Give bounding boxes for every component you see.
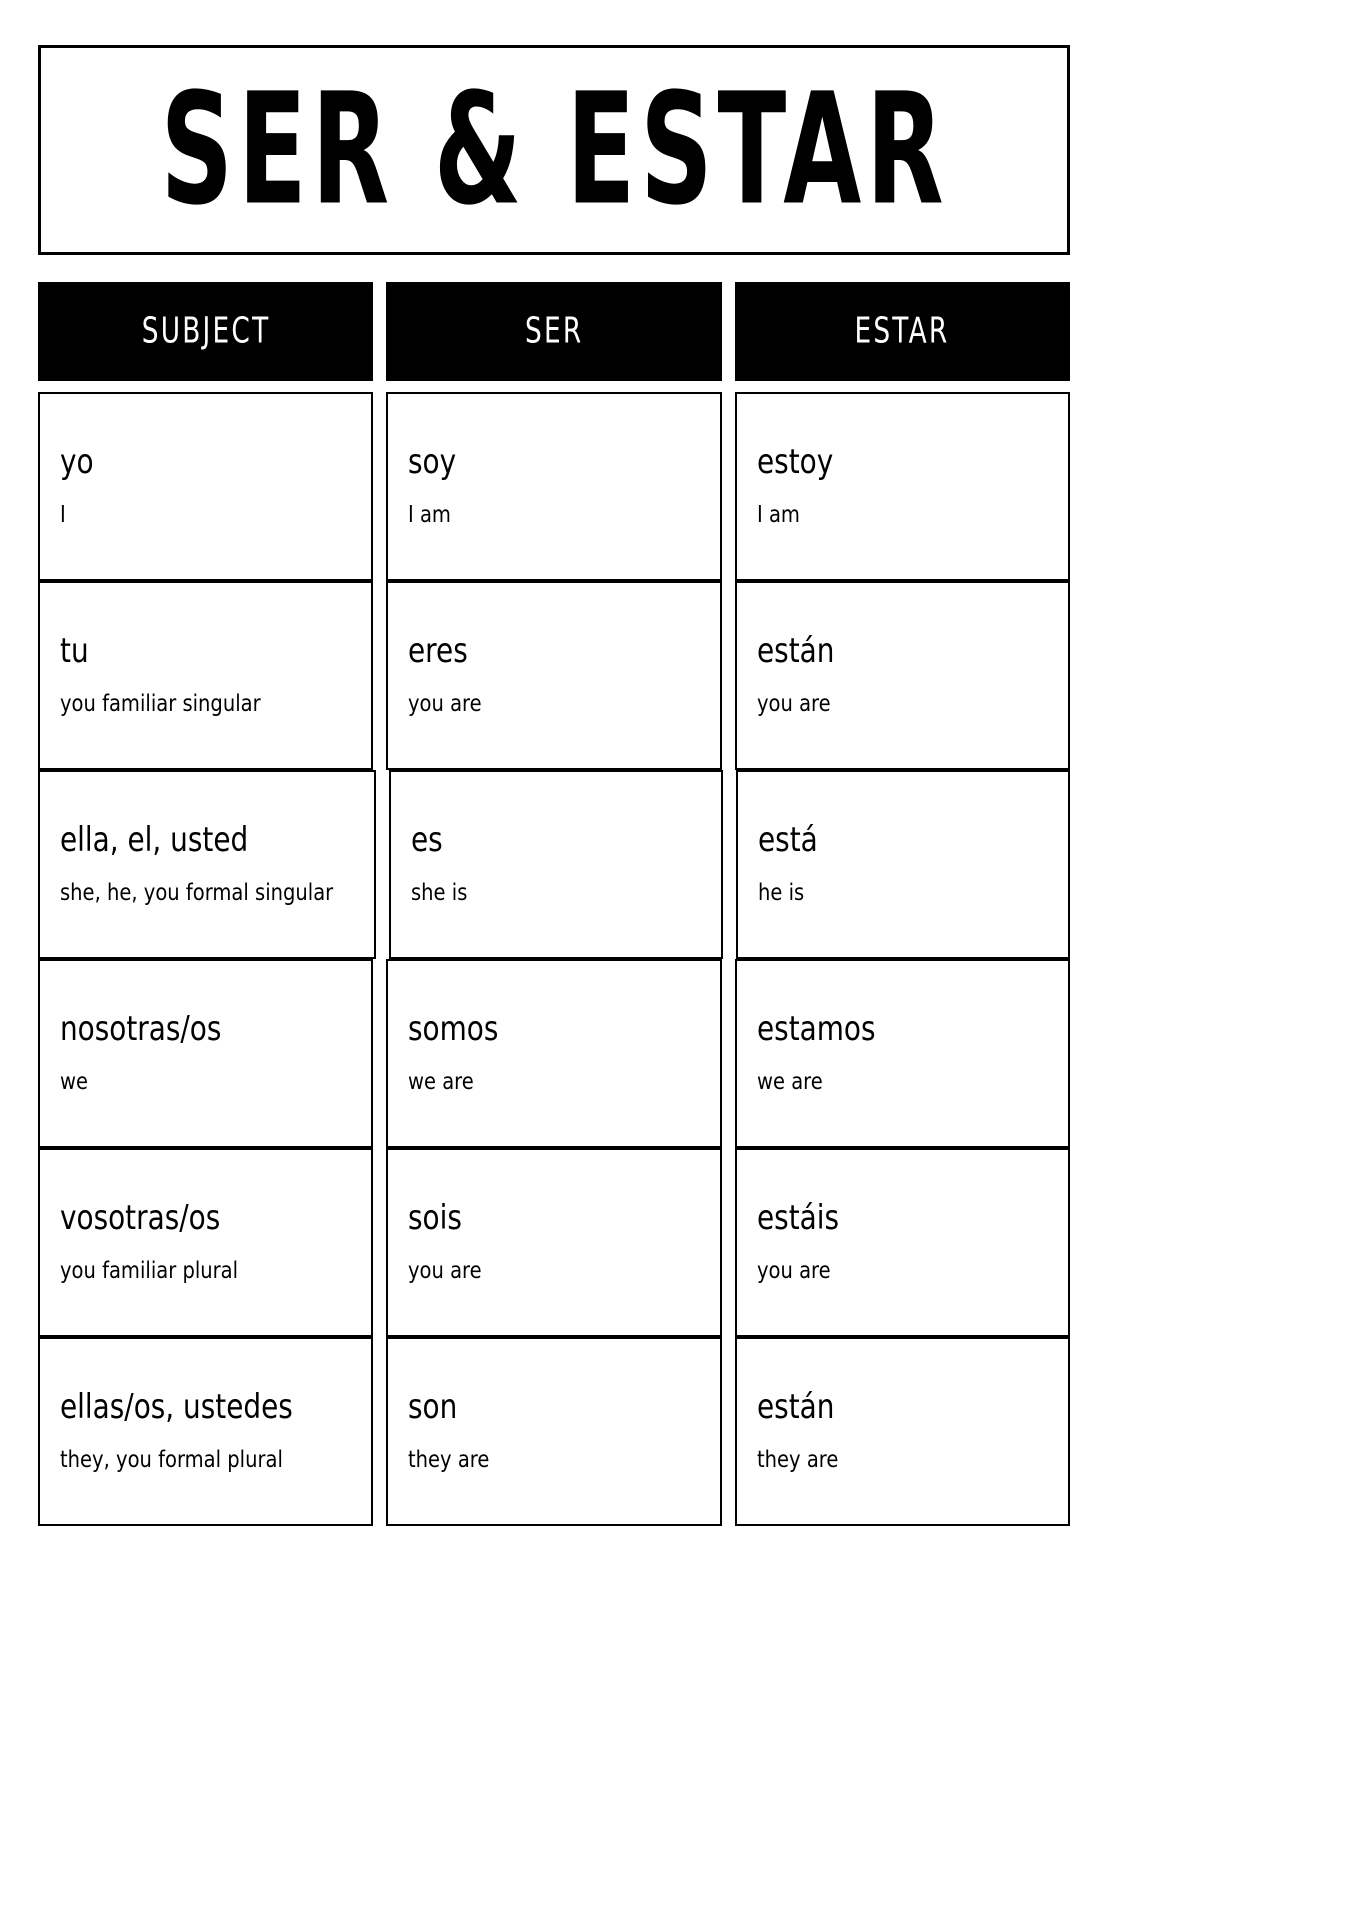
- estar-gloss: I am: [756, 500, 800, 528]
- subject-gloss: she, he, you formal singular: [60, 878, 334, 906]
- table-row: tu you familiar singular eres you are es…: [38, 581, 1070, 770]
- column-header-estar-label: ESTAR: [854, 310, 950, 353]
- subject-term: ellas/os, ustedes: [60, 1388, 293, 1428]
- column-header-ser-label: SER: [524, 310, 584, 353]
- cell-ser: somos we are: [386, 959, 722, 1148]
- cell-estar: estamos we are: [734, 959, 1070, 1148]
- table-row: ellas/os, ustedes they, you formal plura…: [38, 1337, 1070, 1526]
- cell-subject: yo I: [38, 392, 374, 581]
- worksheet-page: SER & ESTAR SUBJECT SER ESTAR yo I soy I…: [0, 0, 1358, 1920]
- page-title: SER & ESTAR: [159, 59, 948, 240]
- subject-term: nosotras/os: [60, 1010, 222, 1050]
- cell-subject: nosotras/os we: [38, 959, 374, 1148]
- estar-gloss: you are: [756, 1256, 831, 1284]
- estar-term: está: [757, 821, 818, 861]
- ser-gloss: we are: [408, 1067, 475, 1095]
- ser-term: eres: [408, 632, 469, 672]
- ser-gloss: they are: [408, 1445, 490, 1473]
- cell-estar: están they are: [734, 1337, 1070, 1526]
- subject-gloss: we: [60, 1067, 89, 1095]
- subject-term: yo: [60, 443, 94, 483]
- cell-estar: está he is: [735, 770, 1071, 959]
- ser-term: somos: [408, 1010, 499, 1050]
- title-banner: SER & ESTAR: [38, 45, 1070, 255]
- estar-gloss: they are: [756, 1445, 839, 1473]
- subject-gloss: you familiar plural: [60, 1256, 239, 1284]
- cell-subject: vosotras/os you familiar plural: [38, 1148, 374, 1337]
- conjugation-table: SUBJECT SER ESTAR yo I soy I am estoy I …: [38, 282, 1071, 1526]
- column-header-subject-label: SUBJECT: [141, 310, 270, 353]
- table-body: yo I soy I am estoy I am tu you familiar…: [38, 392, 1071, 1526]
- cell-ser: es she is: [388, 770, 723, 959]
- cell-subject: ellas/os, ustedes they, you formal plura…: [38, 1337, 374, 1526]
- subject-gloss: they, you formal plural: [60, 1445, 283, 1473]
- ser-term: es: [410, 821, 443, 861]
- estar-term: estáis: [756, 1199, 839, 1239]
- subject-term: ella, el, usted: [60, 821, 249, 861]
- cell-estar: estoy I am: [734, 392, 1070, 581]
- ser-term: soy: [408, 443, 457, 483]
- cell-ser: eres you are: [386, 581, 722, 770]
- estar-term: estoy: [756, 443, 833, 483]
- estar-term: estamos: [756, 1010, 876, 1050]
- estar-term: están: [756, 632, 835, 672]
- table-row: yo I soy I am estoy I am: [38, 392, 1070, 581]
- ser-term: sois: [408, 1199, 463, 1239]
- column-header-estar: ESTAR: [734, 282, 1070, 381]
- table-header-row: SUBJECT SER ESTAR: [38, 282, 1070, 381]
- cell-estar: estáis you are: [734, 1148, 1070, 1337]
- ser-gloss: she is: [410, 878, 468, 906]
- cell-ser: soy I am: [386, 392, 722, 581]
- cell-subject: tu you familiar singular: [38, 581, 374, 770]
- table-row: vosotras/os you familiar plural sois you…: [38, 1148, 1070, 1337]
- estar-term: están: [756, 1388, 835, 1428]
- estar-gloss: he is: [757, 878, 805, 906]
- subject-gloss: you familiar singular: [60, 689, 261, 717]
- cell-ser: sois you are: [386, 1148, 722, 1337]
- table-row: nosotras/os we somos we are estamos we a…: [38, 959, 1070, 1148]
- estar-gloss: we are: [756, 1067, 823, 1095]
- ser-term: son: [408, 1388, 458, 1428]
- subject-term: vosotras/os: [60, 1199, 221, 1239]
- cell-subject: ella, el, usted she, he, you formal sing…: [38, 770, 376, 959]
- column-header-subject: SUBJECT: [38, 282, 374, 381]
- ser-gloss: you are: [408, 1256, 483, 1284]
- ser-gloss: I am: [408, 500, 452, 528]
- cell-ser: son they are: [386, 1337, 722, 1526]
- column-header-ser: SER: [386, 282, 722, 381]
- estar-gloss: you are: [756, 689, 831, 717]
- subject-term: tu: [60, 632, 89, 672]
- subject-gloss: I: [60, 500, 66, 528]
- table-row: ella, el, usted she, he, you formal sing…: [38, 770, 1071, 959]
- cell-estar: están you are: [734, 581, 1070, 770]
- ser-gloss: you are: [408, 689, 483, 717]
